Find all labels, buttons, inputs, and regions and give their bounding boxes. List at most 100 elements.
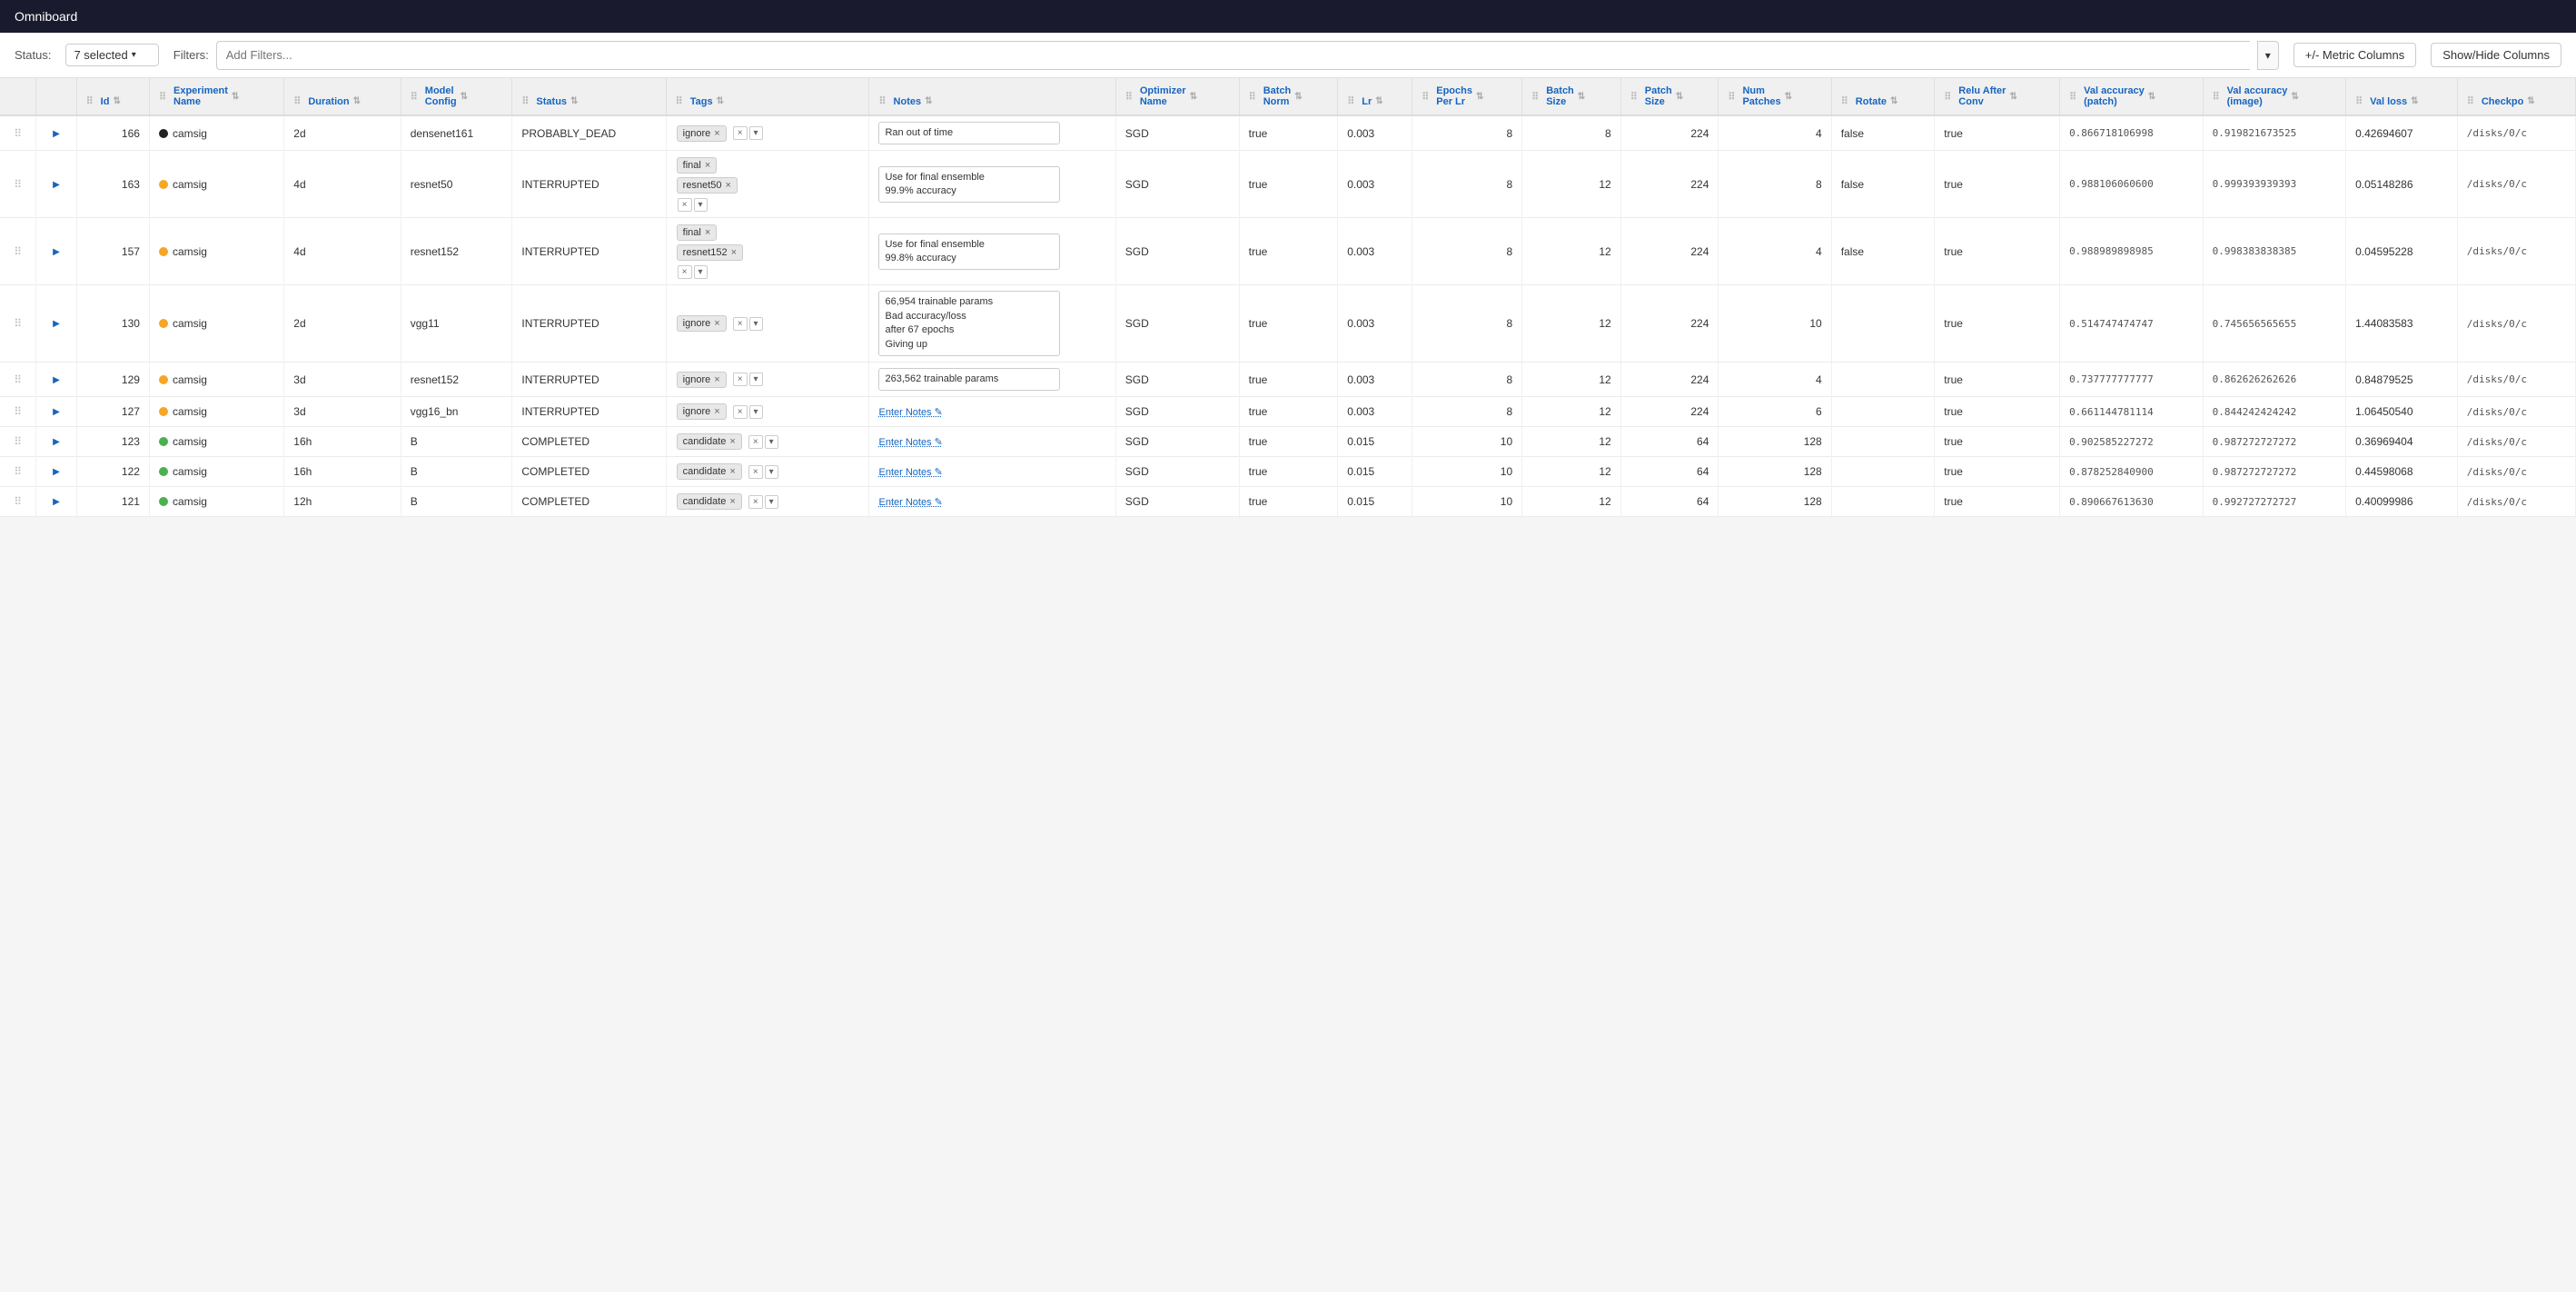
status-cell: COMPLETED bbox=[512, 487, 666, 517]
epochs-per-lr-cell: 10 bbox=[1412, 457, 1522, 487]
remove-tag-icon[interactable]: × bbox=[729, 466, 735, 477]
enter-notes-link[interactable]: Enter Notes ✎ bbox=[878, 496, 1105, 508]
drag-handle-cell[interactable]: ⠿ bbox=[0, 397, 36, 427]
remove-tag-icon[interactable]: × bbox=[705, 227, 710, 238]
metric-columns-button[interactable]: +/- Metric Columns bbox=[2294, 43, 2416, 67]
col-optimizer-name[interactable]: ⠿OptimizerName⇅ bbox=[1115, 78, 1239, 115]
drag-handle-cell[interactable]: ⠿ bbox=[0, 457, 36, 487]
enter-notes-link[interactable]: Enter Notes ✎ bbox=[878, 436, 1105, 448]
clear-tags-btn[interactable]: × bbox=[678, 265, 692, 279]
drag-handle-cell[interactable]: ⠿ bbox=[0, 487, 36, 517]
col-lr[interactable]: ⠿Lr⇅ bbox=[1338, 78, 1412, 115]
col-status[interactable]: ⠿Status⇅ bbox=[512, 78, 666, 115]
col-model-config[interactable]: ⠿ModelConfig⇅ bbox=[401, 78, 512, 115]
expand-row-btn[interactable]: ▶ bbox=[51, 435, 62, 449]
notes-box[interactable]: Ran out of time bbox=[878, 122, 1060, 144]
remove-tag-icon[interactable]: × bbox=[731, 247, 737, 258]
expand-cell[interactable]: ▶ bbox=[36, 362, 76, 396]
table-row: ⠿ ▶ 129 camsig 3d resnet152 INTERRUPTED … bbox=[0, 362, 2576, 396]
expand-cell[interactable]: ▶ bbox=[36, 218, 76, 285]
expand-tags-btn[interactable]: ▾ bbox=[765, 435, 778, 449]
expand-row-btn[interactable]: ▶ bbox=[51, 405, 62, 419]
drag-handle-cell[interactable]: ⠿ bbox=[0, 115, 36, 151]
expand-cell[interactable]: ▶ bbox=[36, 151, 76, 218]
remove-tag-icon[interactable]: × bbox=[729, 496, 735, 507]
notes-box[interactable]: 263,562 trainable params bbox=[878, 368, 1060, 391]
expand-tags-btn[interactable]: ▾ bbox=[694, 198, 708, 212]
expand-tags-btn[interactable]: ▾ bbox=[749, 405, 763, 419]
expand-cell[interactable]: ▶ bbox=[36, 457, 76, 487]
expand-tags-btn[interactable]: ▾ bbox=[694, 265, 708, 279]
remove-tag-icon[interactable]: × bbox=[729, 436, 735, 447]
expand-cell[interactable]: ▶ bbox=[36, 397, 76, 427]
expand-tags-btn[interactable]: ▾ bbox=[765, 495, 778, 509]
clear-tags-btn[interactable]: × bbox=[733, 126, 748, 140]
col-val-acc-image[interactable]: ⠿Val accuracy(image)⇅ bbox=[2203, 78, 2346, 115]
expand-row-btn[interactable]: ▶ bbox=[51, 245, 62, 259]
clear-tags-btn[interactable]: × bbox=[748, 495, 763, 509]
expand-cell[interactable]: ▶ bbox=[36, 427, 76, 457]
expand-tags-btn[interactable]: ▾ bbox=[765, 465, 778, 479]
col-epochs-per-lr[interactable]: ⠿EpochsPer Lr⇅ bbox=[1412, 78, 1522, 115]
expand-row-btn[interactable]: ▶ bbox=[51, 495, 62, 509]
col-val-acc-patch[interactable]: ⠿Val accuracy(patch)⇅ bbox=[2060, 78, 2204, 115]
val-acc-patch-cell: 0.866718106998 bbox=[2060, 115, 2204, 151]
col-checkpoint[interactable]: ⠿Checkpo⇅ bbox=[2457, 78, 2575, 115]
col-rotate[interactable]: ⠿Rotate⇅ bbox=[1831, 78, 1935, 115]
val-loss-cell: 0.05148286 bbox=[2346, 151, 2458, 218]
expand-tags-btn[interactable]: ▾ bbox=[749, 373, 763, 386]
expand-row-btn[interactable]: ▶ bbox=[51, 465, 62, 479]
drag-handle-cell[interactable]: ⠿ bbox=[0, 151, 36, 218]
filter-dropdown-btn[interactable]: ▾ bbox=[2257, 41, 2279, 70]
drag-handle-cell[interactable]: ⠿ bbox=[0, 218, 36, 285]
expand-row-btn[interactable]: ▶ bbox=[51, 373, 62, 387]
col-batch-size[interactable]: ⠿BatchSize⇅ bbox=[1522, 78, 1621, 115]
filter-input[interactable] bbox=[216, 41, 2250, 70]
drag-handle-cell[interactable]: ⠿ bbox=[0, 427, 36, 457]
col-batch-norm[interactable]: ⠿BatchNorm⇅ bbox=[1239, 78, 1338, 115]
clear-tags-btn[interactable]: × bbox=[748, 465, 763, 479]
enter-notes-link[interactable]: Enter Notes ✎ bbox=[878, 406, 1105, 418]
clear-tags-btn[interactable]: × bbox=[733, 317, 748, 331]
expand-tags-btn[interactable]: ▾ bbox=[749, 126, 763, 140]
remove-tag-icon[interactable]: × bbox=[714, 406, 719, 417]
lr-cell: 0.003 bbox=[1338, 151, 1412, 218]
tag-chip: candidate × bbox=[677, 433, 742, 450]
expand-cell[interactable]: ▶ bbox=[36, 115, 76, 151]
col-id[interactable]: ⠿Id⇅ bbox=[76, 78, 149, 115]
expand-row-btn[interactable]: ▶ bbox=[51, 178, 62, 192]
remove-tag-icon[interactable]: × bbox=[725, 180, 730, 191]
remove-tag-icon[interactable]: × bbox=[714, 318, 719, 329]
notes-box[interactable]: Use for final ensemble99.9% accuracy bbox=[878, 166, 1060, 204]
num-patches-cell: 128 bbox=[1719, 457, 1831, 487]
col-relu-after-conv[interactable]: ⠿Relu AfterConv⇅ bbox=[1935, 78, 2060, 115]
col-tags[interactable]: ⠿Tags⇅ bbox=[666, 78, 869, 115]
status-select[interactable]: 7 selected ▾ bbox=[65, 44, 158, 66]
status-cell: INTERRUPTED bbox=[512, 397, 666, 427]
clear-tags-btn[interactable]: × bbox=[748, 435, 763, 449]
clear-tags-btn[interactable]: × bbox=[678, 198, 692, 212]
expand-cell[interactable]: ▶ bbox=[36, 285, 76, 363]
expand-tags-btn[interactable]: ▾ bbox=[749, 317, 763, 331]
remove-tag-icon[interactable]: × bbox=[714, 374, 719, 385]
col-duration[interactable]: ⠿Duration⇅ bbox=[284, 78, 401, 115]
drag-handle-cell[interactable]: ⠿ bbox=[0, 285, 36, 363]
col-patch-size[interactable]: ⠿PatchSize⇅ bbox=[1620, 78, 1719, 115]
show-hide-columns-button[interactable]: Show/Hide Columns bbox=[2431, 43, 2561, 67]
clear-tags-btn[interactable]: × bbox=[733, 405, 748, 419]
drag-handle-cell[interactable]: ⠿ bbox=[0, 362, 36, 396]
col-notes[interactable]: ⠿Notes⇅ bbox=[869, 78, 1115, 115]
checkpoint-cell: /disks/0/c bbox=[2457, 457, 2575, 487]
expand-cell[interactable]: ▶ bbox=[36, 487, 76, 517]
remove-tag-icon[interactable]: × bbox=[714, 128, 719, 139]
expand-row-btn[interactable]: ▶ bbox=[51, 127, 62, 141]
remove-tag-icon[interactable]: × bbox=[705, 160, 710, 171]
col-val-loss[interactable]: ⠿Val loss⇅ bbox=[2346, 78, 2458, 115]
clear-tags-btn[interactable]: × bbox=[733, 373, 748, 386]
col-exp-name[interactable]: ⠿ExperimentName⇅ bbox=[149, 78, 283, 115]
notes-box[interactable]: 66,954 trainable paramsBad accuracy/loss… bbox=[878, 291, 1060, 356]
col-num-patches[interactable]: ⠿NumPatches⇅ bbox=[1719, 78, 1831, 115]
enter-notes-link[interactable]: Enter Notes ✎ bbox=[878, 466, 1105, 478]
notes-box[interactable]: Use for final ensemble99.8% accuracy bbox=[878, 234, 1060, 271]
expand-row-btn[interactable]: ▶ bbox=[51, 317, 62, 331]
